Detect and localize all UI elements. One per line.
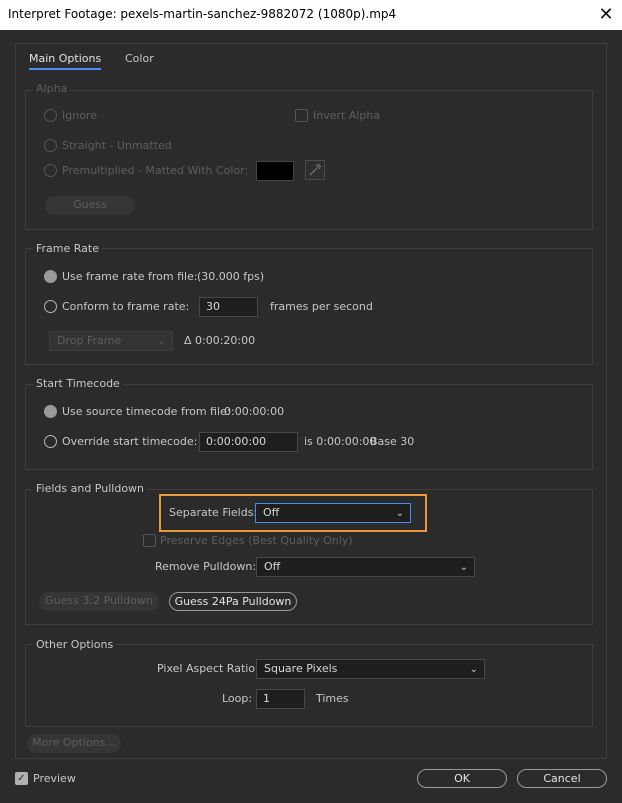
use-source-timecode-label: Use source timecode from file: bbox=[62, 405, 231, 418]
close-icon[interactable]: ✕ bbox=[592, 4, 620, 26]
window-title: Interpret Footage: pexels-martin-sanchez… bbox=[8, 7, 397, 21]
file-fps-value: (30.000 fps) bbox=[197, 270, 265, 283]
start-timecode-group-label: Start Timecode bbox=[33, 377, 123, 390]
tab-color[interactable]: Color bbox=[125, 52, 154, 65]
other-options-group bbox=[25, 644, 593, 727]
separate-fields-label: Separate Fields: bbox=[169, 506, 258, 519]
other-options-group-label: Other Options bbox=[33, 638, 117, 651]
chevron-down-icon: ⌄ bbox=[395, 508, 404, 519]
source-timecode-value: 0:00:00:00 bbox=[224, 405, 285, 418]
straight-radio[interactable] bbox=[44, 139, 57, 152]
preview-checkbox[interactable]: ✓ bbox=[15, 772, 28, 785]
premultiplied-label: Premultiplied - Matted With Color: bbox=[62, 164, 249, 177]
conform-fps-label: Conform to frame rate: bbox=[62, 300, 190, 313]
title-bar: Interpret Footage: pexels-martin-sanchez… bbox=[0, 0, 622, 30]
start-timecode-group bbox=[25, 384, 593, 470]
guess-24pa-pulldown-button[interactable]: Guess 24Pa Pulldown bbox=[169, 592, 297, 611]
use-file-fps-radio[interactable] bbox=[44, 270, 57, 283]
override-timecode-label: Override start timecode: bbox=[62, 435, 198, 448]
separate-fields-select[interactable]: Off ⌄ bbox=[255, 503, 411, 523]
preview-label: Preview bbox=[33, 772, 76, 785]
chevron-down-icon: ⌄ bbox=[459, 562, 468, 573]
conform-fps-radio[interactable] bbox=[44, 300, 57, 313]
cancel-button[interactable]: Cancel bbox=[517, 769, 607, 788]
premultiplied-radio[interactable] bbox=[44, 164, 57, 177]
invert-alpha-checkbox[interactable] bbox=[295, 109, 308, 122]
pixel-aspect-select[interactable]: Square Pixels ⌄ bbox=[256, 659, 485, 679]
drop-frame-value: Drop Frame bbox=[57, 334, 122, 347]
preserve-edges-label: Preserve Edges (Best Quality Only) bbox=[160, 534, 353, 547]
separate-fields-value: Off bbox=[263, 506, 280, 519]
remove-pulldown-label: Remove Pulldown: bbox=[155, 560, 257, 573]
pixel-aspect-value: Square Pixels bbox=[264, 662, 338, 675]
override-timecode-radio[interactable] bbox=[44, 435, 57, 448]
guess-alpha-button[interactable]: Guess bbox=[45, 196, 135, 215]
tab-main-options[interactable]: Main Options bbox=[29, 52, 102, 70]
ignore-radio[interactable] bbox=[44, 109, 57, 122]
eyedropper-icon[interactable] bbox=[305, 160, 325, 180]
pixel-aspect-label: Pixel Aspect Ratio: bbox=[157, 662, 259, 675]
timecode-is-text: is 0:00:00:00 bbox=[304, 435, 377, 448]
ok-button[interactable]: OK bbox=[417, 769, 507, 788]
loop-label: Loop: bbox=[222, 692, 253, 705]
ignore-label: Ignore bbox=[62, 109, 97, 122]
use-source-timecode-radio[interactable] bbox=[44, 405, 57, 418]
remove-pulldown-select[interactable]: Off ⌄ bbox=[256, 557, 475, 577]
conform-fps-input[interactable]: 30 bbox=[199, 297, 258, 317]
fields-pulldown-group-label: Fields and Pulldown bbox=[33, 482, 148, 495]
fps-suffix: frames per second bbox=[270, 300, 373, 313]
guess-32-pulldown-button[interactable]: Guess 3:2 Pulldown bbox=[39, 592, 159, 611]
override-timecode-input[interactable]: 0:00:00:00 bbox=[199, 432, 298, 452]
loop-input[interactable]: 1 bbox=[256, 689, 305, 709]
loop-suffix: Times bbox=[316, 692, 349, 705]
frame-delta: Δ 0:00:20:00 bbox=[184, 334, 256, 347]
matte-color-swatch[interactable] bbox=[256, 161, 294, 181]
drop-frame-select[interactable]: Drop Frame ⌄ bbox=[49, 331, 173, 351]
invert-alpha-label: Invert Alpha bbox=[313, 109, 381, 122]
more-options-button[interactable]: More Options... bbox=[27, 734, 121, 753]
straight-label: Straight - Unmatted bbox=[62, 139, 172, 152]
preserve-edges-checkbox[interactable] bbox=[143, 534, 156, 547]
remove-pulldown-value: Off bbox=[264, 560, 281, 573]
chevron-down-icon: ⌄ bbox=[157, 336, 166, 347]
use-file-fps-label: Use frame rate from file: bbox=[62, 270, 198, 283]
alpha-group-label: Alpha bbox=[33, 82, 71, 95]
timecode-base-text: Base 30 bbox=[370, 435, 415, 448]
chevron-down-icon: ⌄ bbox=[469, 664, 478, 675]
frame-rate-group-label: Frame Rate bbox=[33, 242, 102, 255]
